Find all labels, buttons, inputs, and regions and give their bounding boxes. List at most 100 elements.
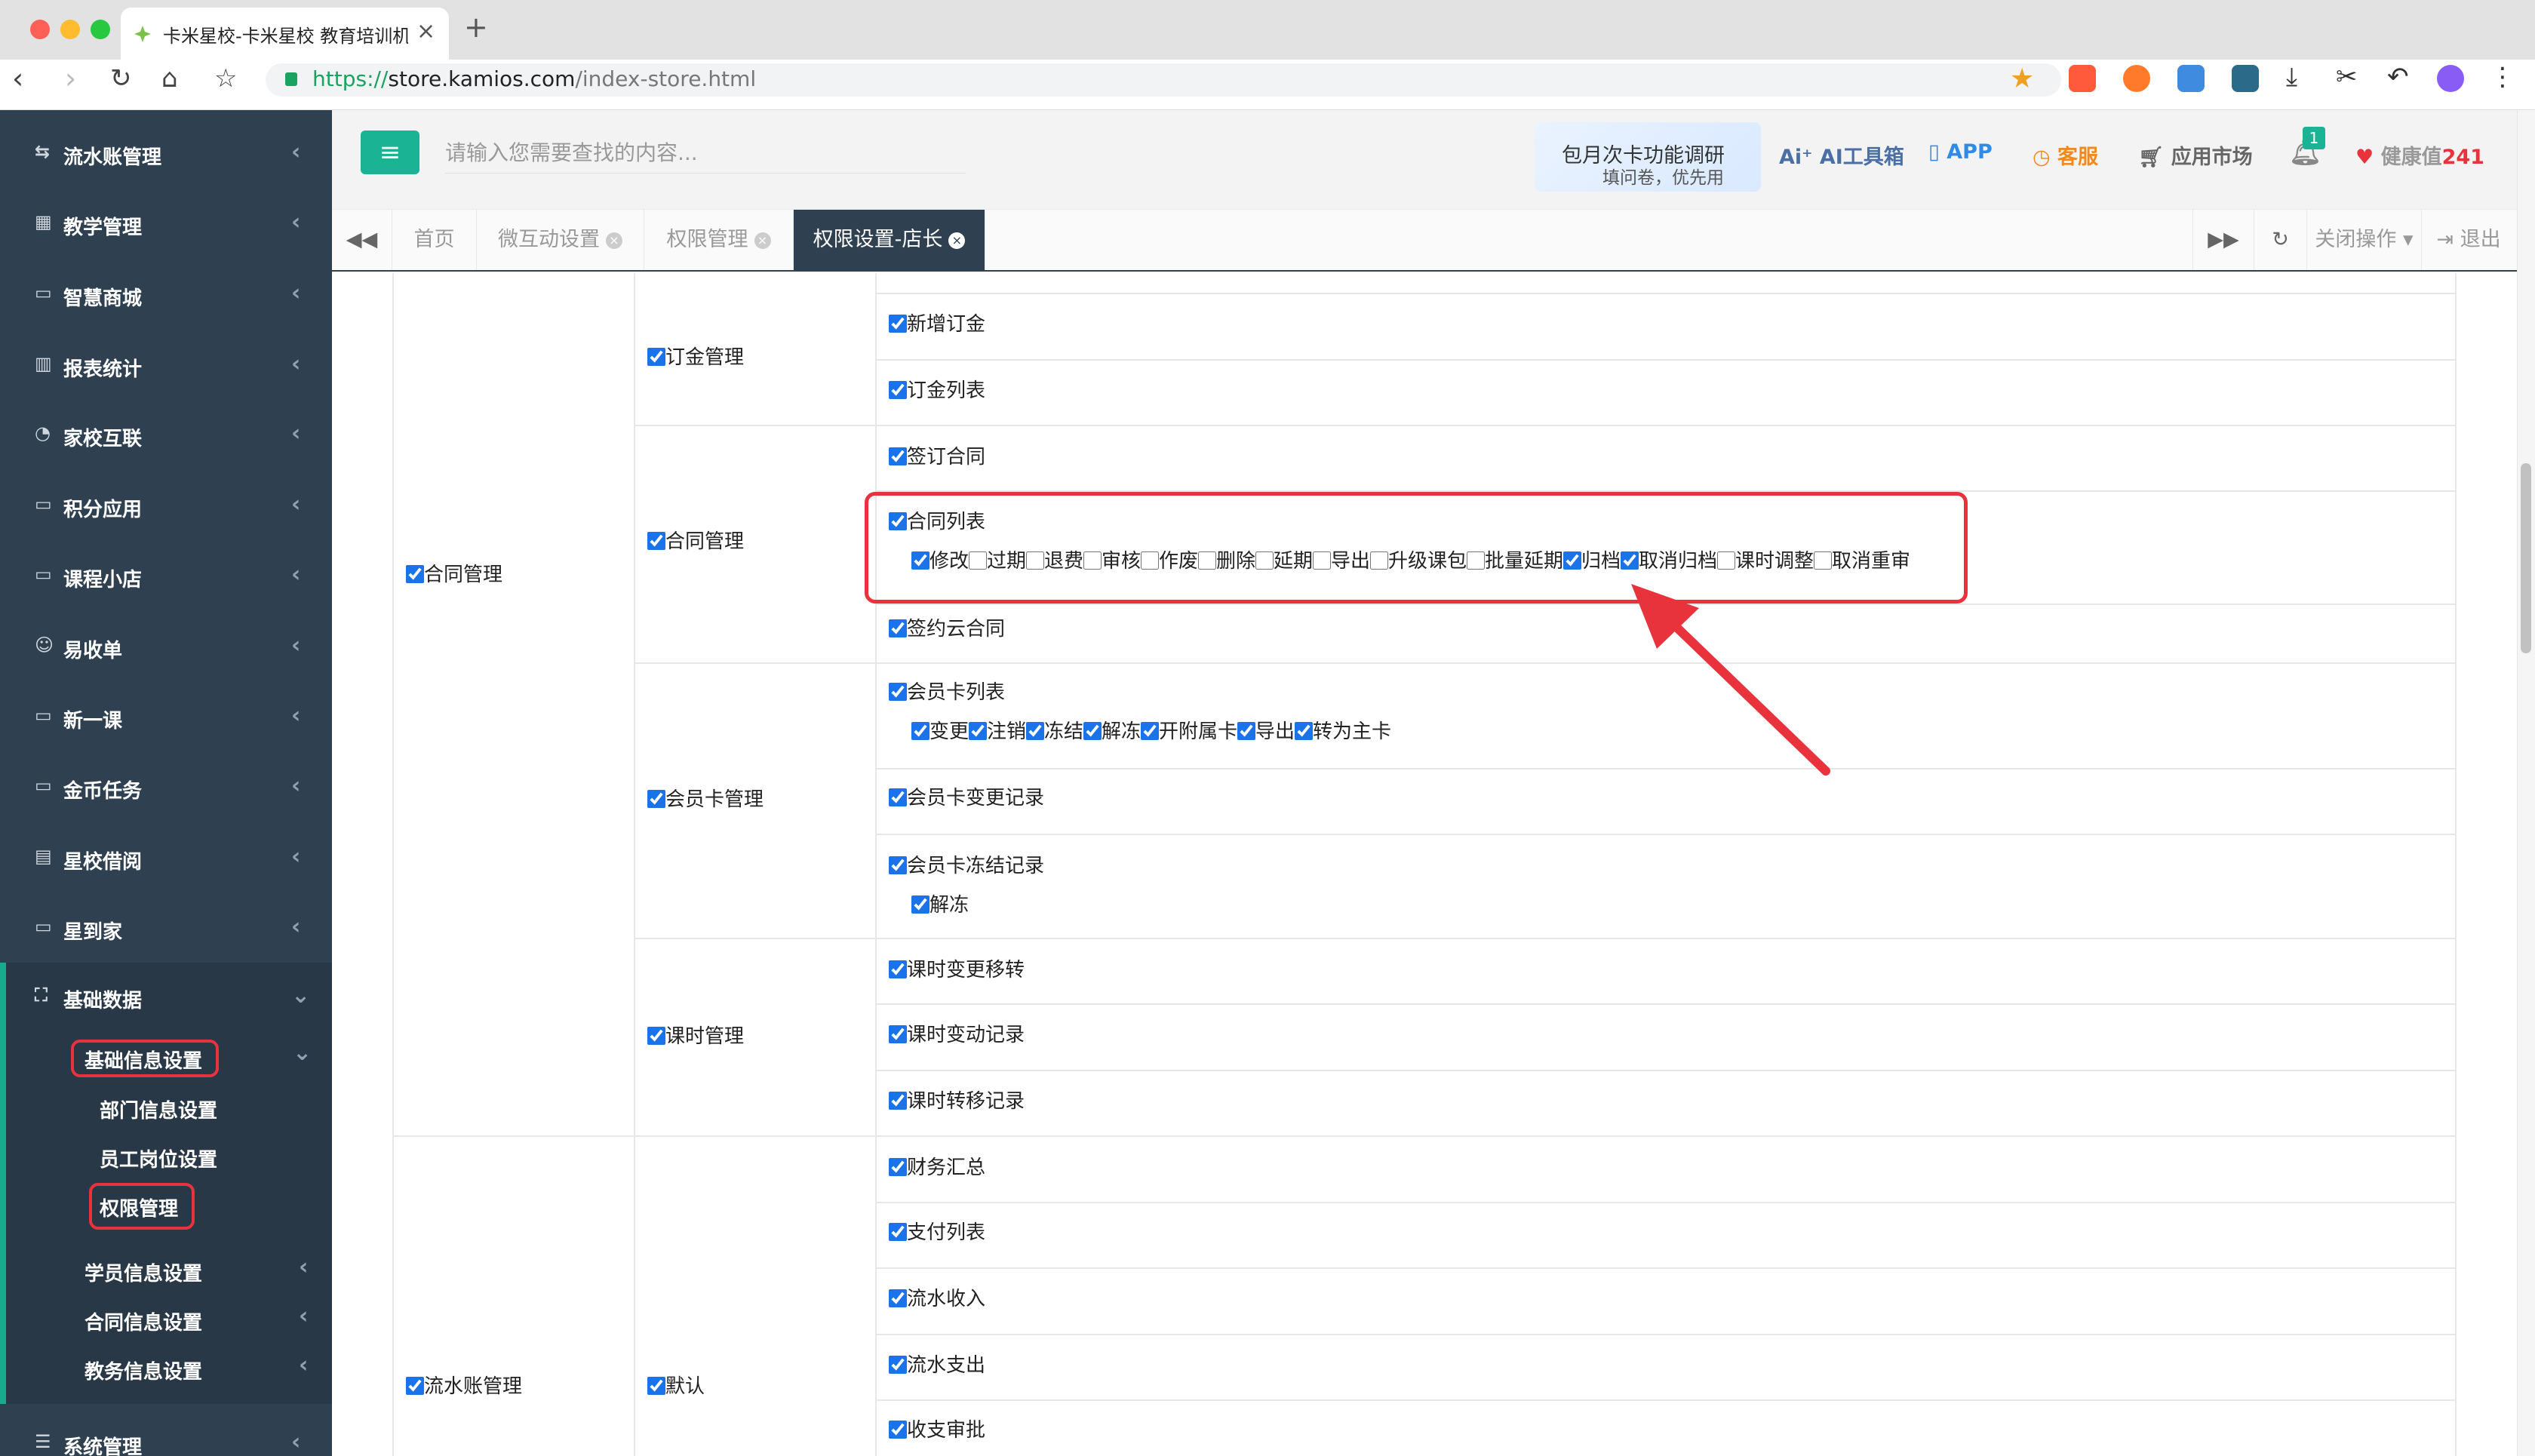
logout-button[interactable]: ⇥ 退出	[2422, 210, 2515, 270]
action-checkbox-1[interactable]: 注销	[969, 720, 1026, 744]
sidebar-item-2[interactable]: ▭ 智慧商城 ‹	[0, 260, 332, 330]
checkbox[interactable]	[889, 1223, 907, 1241]
scrollbar-thumb[interactable]	[2521, 463, 2531, 653]
checkbox[interactable]	[889, 856, 907, 874]
tab-permission-setting[interactable]: 权限设置-店长 ×	[794, 210, 985, 270]
permission-checkbox-card-unfreeze[interactable]: 解冻	[911, 893, 969, 917]
checkbox[interactable]	[889, 1421, 907, 1439]
sidebar-sub-student[interactable]: 学员信息设置	[84, 1258, 202, 1286]
module-checkbox-contract[interactable]: 合同管理	[647, 530, 744, 554]
permission-checkbox-sign_contract[interactable]: 签订合同	[889, 445, 985, 469]
close-tab-icon[interactable]: ×	[416, 18, 435, 45]
search-input[interactable]: 请输入您需要查找的内容...	[445, 133, 966, 174]
checkbox[interactable]	[406, 565, 424, 583]
health-link[interactable]: ♥ 健康值241	[2355, 140, 2484, 170]
checkbox[interactable]	[889, 1289, 907, 1307]
permission-checkbox-approve[interactable]: 收支审批	[889, 1418, 985, 1442]
url-text[interactable]: https://store.kamios.com/index-store.htm…	[312, 66, 756, 91]
service-link[interactable]: ◷ 客服	[2033, 140, 2098, 170]
action-checkbox-3[interactable]: 解冻	[1083, 720, 1141, 744]
game-extension-icon[interactable]	[2069, 65, 2096, 92]
checkbox[interactable]	[647, 1027, 665, 1045]
checkbox[interactable]	[889, 1025, 907, 1043]
sidebar-item-11[interactable]: ▭ 星到家 ‹	[0, 894, 332, 963]
sidebar-item-system[interactable]: ☰ 系统管理 ‹	[0, 1409, 332, 1456]
sidebar-item-7[interactable]: ☺ 易收单 ‹	[0, 613, 332, 682]
tabs-scroll-left-button[interactable]: ◀◀	[332, 210, 392, 270]
sidebar-item-10[interactable]: ▤ 星校借阅 ‹	[0, 824, 332, 893]
checkbox[interactable]	[889, 960, 907, 978]
forward-icon[interactable]: ›	[65, 62, 76, 95]
ai-tools-link[interactable]: Ai⁺ AI工具箱	[1779, 140, 1904, 170]
action-checkbox-6[interactable]: 转为主卡	[1295, 720, 1391, 744]
action-checkbox-2[interactable]: 冻结	[1026, 720, 1083, 744]
checkbox[interactable]	[406, 1377, 424, 1395]
permission-checkbox-card_freeze[interactable]: 会员卡冻结记录	[889, 854, 1044, 878]
sidebar-sub-dept[interactable]: 部门信息设置	[100, 1095, 217, 1123]
minimize-window-button[interactable]	[60, 20, 80, 39]
close-tab-icon[interactable]: ×	[754, 232, 771, 249]
promo-banner[interactable]: 包月次卡功能调研 填问卷，优先用	[1535, 122, 1761, 192]
permission-checkbox-hour_move[interactable]: 课时转移记录	[889, 1089, 1025, 1114]
checkbox[interactable]	[911, 722, 930, 740]
tab-permission-manage[interactable]: 权限管理 ×	[644, 210, 794, 270]
home-icon[interactable]: ⌂	[161, 63, 178, 94]
app-link[interactable]: ▯ APP	[1928, 140, 1993, 164]
sidebar-item-basic-data[interactable]: ⛶ 基础数据 ⌄	[0, 963, 332, 1032]
checkbox[interactable]	[889, 788, 907, 806]
group-checkbox-contract[interactable]: 合同管理	[406, 563, 502, 587]
close-tab-icon[interactable]: ×	[606, 232, 622, 249]
permission-checkbox-deposit_list[interactable]: 订金列表	[889, 379, 985, 403]
permission-checkbox-sign_cloud[interactable]: 签约云合同	[889, 617, 1005, 641]
ai-extension-icon[interactable]	[2437, 65, 2464, 92]
action-checkbox-4[interactable]: 开附属卡	[1141, 720, 1237, 744]
close-window-button[interactable]	[30, 20, 50, 39]
checkbox[interactable]	[1295, 722, 1313, 740]
permission-checkbox-card_change[interactable]: 会员卡变更记录	[889, 786, 1044, 810]
back-icon[interactable]: ‹	[12, 62, 23, 95]
sidebar-sub-post[interactable]: 员工岗位设置	[100, 1144, 217, 1172]
new-tab-button[interactable]: +	[464, 11, 488, 44]
menu-toggle-button[interactable]: ≡	[361, 131, 419, 174]
sidebar-sub-edu[interactable]: 教务信息设置	[84, 1356, 202, 1384]
sidebar-item-6[interactable]: ▭ 课程小店 ‹	[0, 542, 332, 611]
maximize-window-button[interactable]	[91, 20, 110, 39]
sidebar-sub-contract[interactable]: 合同信息设置	[84, 1307, 202, 1335]
permission-checkbox-income[interactable]: 流水收入	[889, 1287, 985, 1311]
permission-checkbox-card_list[interactable]: 会员卡列表	[889, 680, 1005, 705]
module-checkbox-card[interactable]: 会员卡管理	[647, 788, 764, 812]
sidebar-item-1[interactable]: ▦ 教学管理 ‹	[0, 189, 332, 259]
menu-more-icon[interactable]: ⋮	[2490, 62, 2515, 92]
action-checkbox-5[interactable]: 导出	[1237, 720, 1295, 744]
checkbox[interactable]	[1141, 722, 1159, 740]
tab-micro-interaction[interactable]: 微互动设置 ×	[477, 210, 644, 270]
permission-checkbox-finance[interactable]: 财务汇总	[889, 1156, 985, 1180]
checkbox[interactable]	[889, 619, 907, 637]
camera-icon[interactable]	[2232, 65, 2259, 92]
checkbox[interactable]	[889, 1092, 907, 1110]
tab-home[interactable]: 首页	[392, 210, 477, 270]
checkbox[interactable]	[647, 790, 665, 808]
group-checkbox-ledger[interactable]: 流水账管理	[406, 1375, 522, 1399]
checkbox[interactable]	[889, 683, 907, 701]
tabs-scroll-right-button[interactable]: ▶▶	[2192, 210, 2254, 270]
scissors-icon[interactable]: ✂	[2336, 62, 2358, 92]
reload-icon[interactable]: ↻	[110, 63, 132, 94]
checkbox[interactable]	[889, 1356, 907, 1374]
checkbox[interactable]	[889, 1158, 907, 1176]
browser-tab[interactable]: 卡米星校-卡米星校 教育培训机构管理系统 ×	[121, 8, 449, 60]
checkbox[interactable]	[647, 532, 665, 550]
favorite-star-icon[interactable]: ★	[2010, 63, 2034, 94]
checkbox[interactable]	[889, 381, 907, 399]
download-icon[interactable]: ⤓	[2286, 62, 2297, 92]
close-tab-icon[interactable]: ×	[948, 232, 966, 249]
permission-checkbox-expense[interactable]: 流水支出	[889, 1353, 985, 1378]
sidebar-item-0[interactable]: ⇆ 流水账管理 ‹	[0, 119, 332, 189]
translate-extension-icon[interactable]	[2177, 65, 2205, 92]
checkbox[interactable]	[1237, 722, 1255, 740]
sidebar-item-5[interactable]: ▭ 积分应用 ‹	[0, 472, 332, 541]
module-checkbox-deposit[interactable]: 订金管理	[647, 346, 744, 370]
checkbox[interactable]	[911, 895, 930, 914]
bookmark-star-icon[interactable]: ☆	[214, 63, 237, 94]
checkbox[interactable]	[1026, 722, 1044, 740]
